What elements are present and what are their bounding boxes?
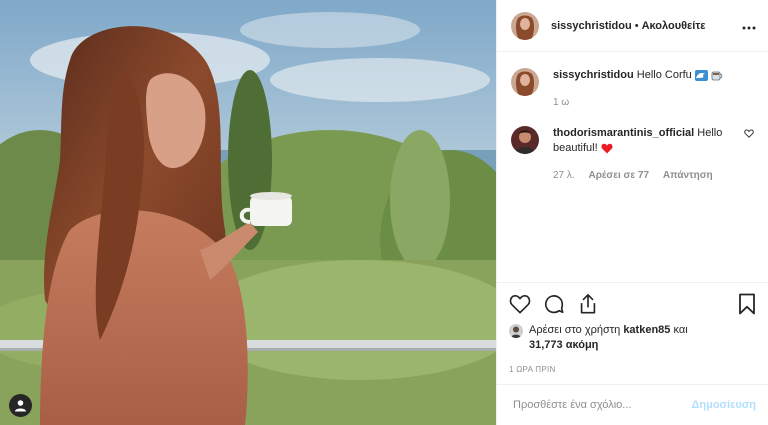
profile-picture [511,68,539,96]
comment-likes-link[interactable]: Αρέσει σε 77 [588,170,649,181]
avatar[interactable] [511,68,539,96]
comment-body: thodorismarantinis_official Hello beauti… [553,126,738,183]
comment-username[interactable]: thodorismarantinis_official [553,127,694,139]
profile-picture [511,11,539,40]
caption-age[interactable]: 1 ω [553,97,569,108]
header-text: sissychristidou • Ακολουθείτε [551,20,742,32]
liker-profile-picture [509,324,523,338]
coffee-emoji [711,71,723,80]
reply-button[interactable]: Απάντηση [663,170,713,181]
profile-picture [511,126,539,154]
caption-meta: 1 ω [553,95,754,110]
likes-prefix: Αρέσει στο χρήστη [529,324,621,336]
caption-body: sissychristidou Hello Corfu 1 ω [553,68,754,110]
user-tag-button[interactable] [9,394,32,417]
comment-bubble-icon[interactable] [543,293,565,315]
post-header: sissychristidou • Ακολουθείτε [497,0,768,52]
comment-age[interactable]: 27 λ. [553,170,575,181]
comment-input[interactable] [511,398,692,412]
post-image [0,0,496,425]
share-icon[interactable] [577,293,599,315]
following-button[interactable]: Ακολουθείτε [642,20,706,32]
avatar[interactable] [509,324,523,338]
likes-summary: Αρέσει στο χρήστη katken85 και 31,773 ακ… [509,323,756,353]
comment-item: thodorismarantinis_official Hello beauti… [511,126,754,183]
action-icons [509,291,756,317]
likes-count-link[interactable]: 31,773 ακόμη [529,339,598,351]
header-username[interactable]: sissychristidou [551,20,632,32]
liker-username[interactable]: katken85 [623,324,670,336]
add-comment-bar: Δημοσίευση [497,384,768,425]
comments-list: sissychristidou Hello Corfu 1 ω thodoris… [497,52,768,282]
post-actions: Αρέσει στο χρήστη katken85 και 31,773 ακ… [497,282,768,384]
more-options-icon [742,26,756,29]
comment-meta: 27 λ. Αρέσει σε 77 Απάντηση [553,168,738,183]
likes-and: και [673,324,688,336]
like-heart-icon[interactable] [509,294,531,314]
post-comment-button[interactable]: Δημοσίευση [691,399,756,411]
instagram-post: sissychristidou • Ακολουθείτε sissychris… [0,0,768,425]
post-timestamp[interactable]: 1 ΩΡΑ ΠΡΙΝ [509,365,756,374]
red-heart-emoji [601,143,613,154]
post-photo[interactable] [0,0,496,425]
header-separator: • [634,19,639,32]
avatar[interactable] [511,11,539,40]
post-side-panel: sissychristidou • Ακολουθείτε sissychris… [496,0,768,425]
save-bookmark-icon[interactable] [738,293,756,315]
avatar[interactable] [511,126,539,154]
caption-text: Hello Corfu [636,69,692,81]
more-options-icon[interactable] [742,17,756,35]
likes-text: Αρέσει στο χρήστη katken85 και 31,773 ακ… [529,323,688,353]
user-tag-icon [15,400,26,412]
caption-username[interactable]: sissychristidou [553,69,634,81]
comment-like-heart-icon[interactable] [744,129,754,138]
caption: sissychristidou Hello Corfu 1 ω [511,68,754,110]
wave-emoji [694,69,708,81]
